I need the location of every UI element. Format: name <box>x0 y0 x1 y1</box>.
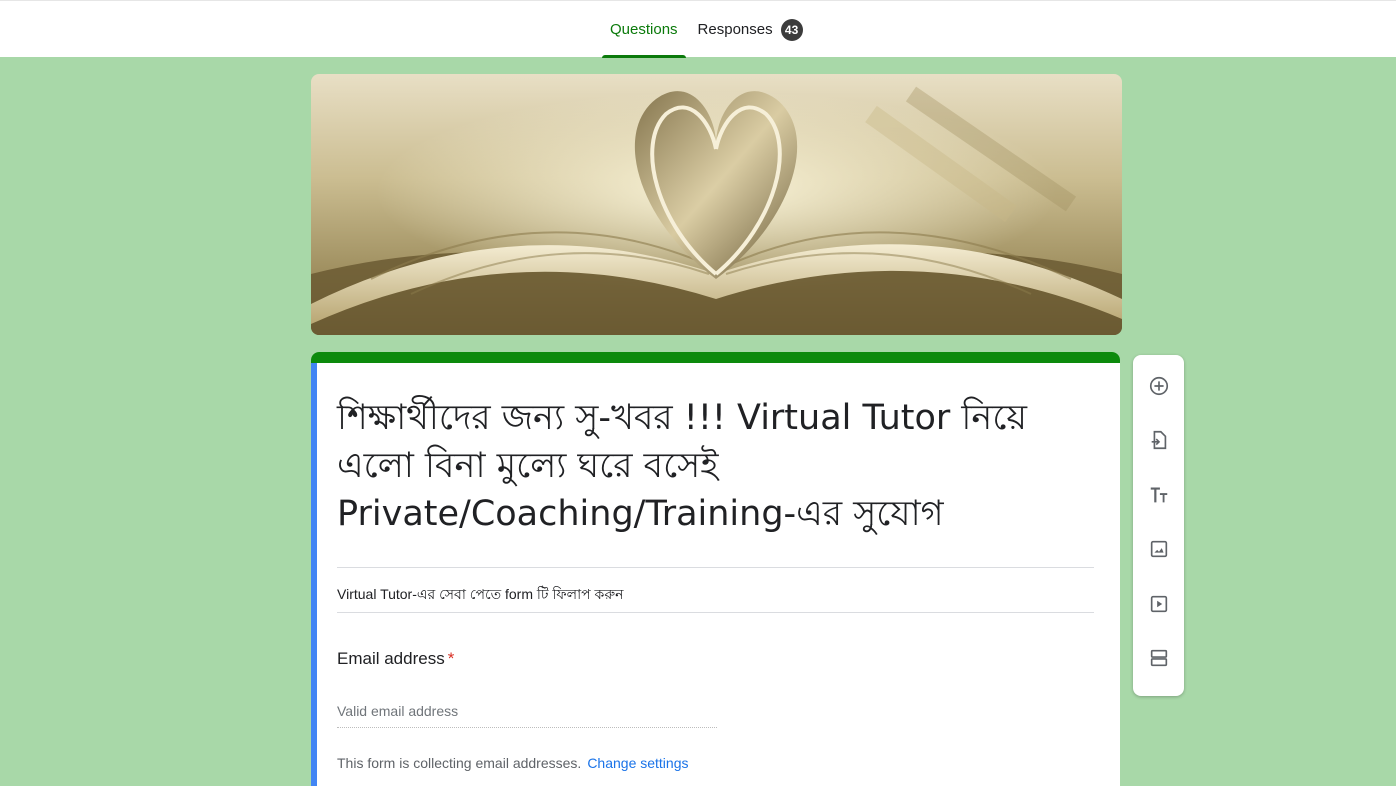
add-video-button[interactable] <box>1141 587 1177 621</box>
form-title[interactable]: শিক্ষার্থীদের জন্য সু-খবর !!! Virtual Tu… <box>337 394 1097 538</box>
floating-toolbar <box>1133 355 1184 696</box>
form-header-card[interactable]: শিক্ষার্থীদের জন্য সু-খবর !!! Virtual Tu… <box>311 352 1120 786</box>
add-title-icon <box>1150 487 1167 503</box>
description-underline <box>337 612 1094 613</box>
tab-responses[interactable]: Responses 43 <box>688 1 813 58</box>
tab-responses-label: Responses <box>697 21 773 38</box>
add-question-button[interactable] <box>1141 369 1177 403</box>
collection-note-text: This form is collecting email addresses. <box>337 755 582 771</box>
add-video-icon <box>1150 595 1167 612</box>
email-collection-note: This form is collecting email addresses.… <box>337 755 689 771</box>
card-focus-indicator <box>311 363 317 786</box>
header-banner-image <box>311 74 1122 335</box>
import-questions-button[interactable] <box>1141 424 1177 458</box>
add-question-icon <box>1149 376 1168 395</box>
top-bar: Questions Responses 43 <box>0 0 1396 58</box>
form-description[interactable]: Virtual Tutor-এর সেবা পেতে form টি ফিলাপ… <box>337 583 623 607</box>
email-input[interactable] <box>337 694 717 728</box>
card-accent-bar <box>311 352 1120 363</box>
email-label-text: Email address <box>337 649 445 668</box>
add-image-icon <box>1150 541 1167 558</box>
email-question-label: Email address * <box>337 649 454 669</box>
required-asterisk: * <box>447 649 455 668</box>
add-title-button[interactable] <box>1141 478 1177 512</box>
change-settings-link[interactable]: Change settings <box>587 755 688 771</box>
tab-questions[interactable]: Questions <box>600 1 688 58</box>
responses-count-badge: 43 <box>780 18 803 41</box>
add-image-button[interactable] <box>1141 533 1177 567</box>
import-questions-icon <box>1151 431 1166 450</box>
tab-questions-label: Questions <box>610 21 678 38</box>
form-tabs: Questions Responses 43 <box>600 1 813 58</box>
add-section-button[interactable] <box>1141 642 1177 676</box>
title-underline <box>337 567 1094 568</box>
add-section-icon <box>1150 650 1167 667</box>
open-book-illustration <box>311 86 1122 335</box>
